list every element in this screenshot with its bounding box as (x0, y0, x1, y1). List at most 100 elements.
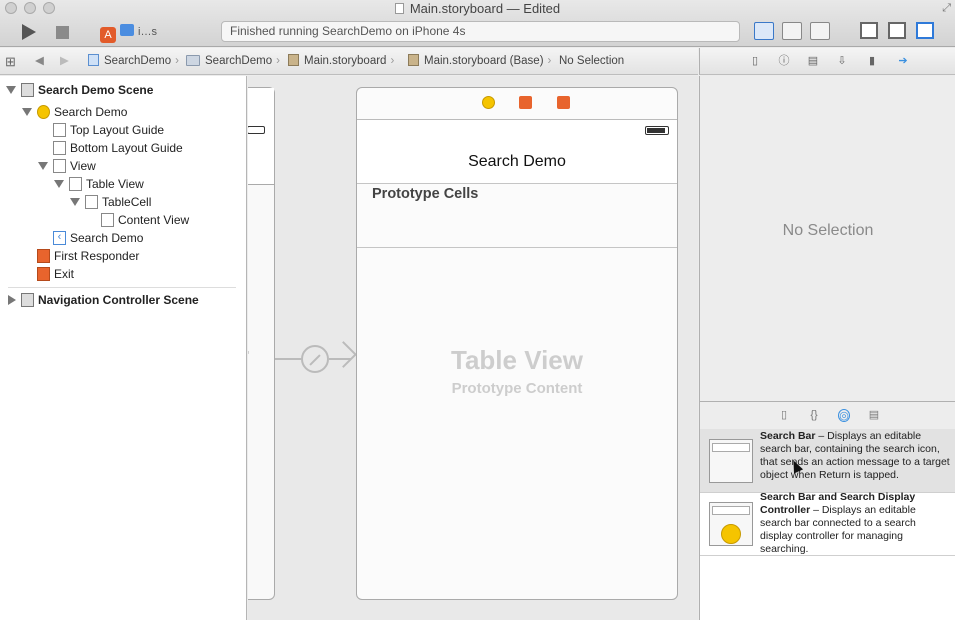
layout-guide-icon (53, 141, 66, 155)
window-title-text: Main.storyboard — Edited (409, 1, 561, 16)
first-responder-icon[interactable] (519, 96, 532, 109)
scheme-label: i…s (138, 26, 157, 38)
device-icon (120, 24, 134, 36)
file-template-library-icon[interactable]: ▯ (778, 409, 790, 422)
object-library-list: Search Bar – Displays an editable search… (699, 429, 955, 620)
outline-label: Search Demo (54, 105, 128, 119)
back-arrow-icon[interactable]: ◀ (35, 48, 44, 75)
table-view-icon (69, 177, 82, 191)
size-inspector-icon[interactable]: ▮ (866, 55, 878, 68)
breadcrumb-storyboard[interactable]: Main.storyboard › (288, 48, 398, 75)
jump-bar: ⊞ ◀ ▶ SearchDemo › SearchDemo › Main.story… (0, 48, 698, 75)
breadcrumb-folder[interactable]: SearchDemo › (186, 48, 284, 75)
identity-inspector-icon[interactable]: ▤ (807, 55, 819, 68)
outline-label: Bottom Layout Guide (70, 141, 183, 155)
outline-label: Exit (54, 267, 75, 281)
inspector-selector-bar: ▯ ⓘ ▤ ⇩ ▮ ➔ (699, 48, 955, 75)
stop-button[interactable] (56, 26, 69, 39)
activity-status: Finished running SearchDemo on iPhone 4s (221, 21, 740, 42)
connections-inspector-icon[interactable]: ➔ (897, 55, 909, 68)
toolbar: Main.storyboard — Edited ⤢ Ai…s Finished… (0, 0, 955, 47)
window-title: Main.storyboard — Edited (0, 0, 955, 17)
outline-label: Table View (86, 177, 144, 191)
disclosure-triangle-icon[interactable] (8, 295, 16, 305)
outline-label: Search Demo Scene (38, 83, 154, 97)
object-library-icon[interactable]: ◎ (838, 409, 850, 422)
outline-label: First Responder (54, 249, 140, 263)
outline-label: TableCell (102, 195, 152, 209)
version-editor-button[interactable] (810, 22, 830, 40)
inspector-pane: No Selection (699, 76, 955, 401)
run-button[interactable] (22, 24, 36, 40)
library-item-description: Search Bar – Displays an editable search… (760, 430, 950, 482)
breadcrumb-label: SearchDemo (205, 55, 273, 67)
no-selection-label: No Selection (782, 222, 874, 239)
search-display-controller-thumbnail-icon (709, 502, 753, 546)
storyboard-canvas[interactable]: r Search Demo Prototype Cells Table View… (248, 76, 698, 620)
code-snippet-library-icon[interactable]: {} (808, 409, 820, 422)
status-text: Finished running SearchDemo on iPhone 4s (230, 24, 466, 38)
file-inspector-icon[interactable]: ▯ (749, 55, 761, 68)
table-cell-icon (85, 195, 98, 209)
view-controller-icon (37, 105, 50, 119)
standard-editor-button[interactable] (754, 22, 774, 40)
disclosure-triangle-icon[interactable] (22, 108, 32, 116)
assistant-editor-button[interactable] (782, 22, 802, 40)
utilities-toggle-button[interactable] (916, 22, 934, 39)
view-icon (53, 159, 66, 173)
search-demo-scene-frame[interactable]: Search Demo Prototype Cells Table View P… (356, 87, 678, 600)
breadcrumb-project[interactable]: SearchDemo › (88, 48, 183, 75)
app-scheme-icon: A (100, 27, 116, 43)
quick-help-icon[interactable]: ⓘ (778, 55, 790, 68)
fullscreen-icon[interactable]: ⤢ (942, 2, 951, 15)
content-view-icon (101, 213, 114, 227)
related-items-icon[interactable]: ⊞ (5, 48, 16, 75)
media-library-icon[interactable]: ▤ (868, 409, 880, 422)
debug-area-toggle-button[interactable] (888, 22, 906, 39)
search-bar-thumbnail-icon (709, 439, 753, 483)
document-icon (394, 3, 404, 14)
segue-arrow-icon (330, 341, 357, 368)
xcode-window: Main.storyboard — Edited ⤢ Ai…s Finished… (0, 0, 955, 620)
library-divider (700, 555, 955, 556)
outline-divider (8, 287, 236, 288)
breadcrumb-label: No Selection (559, 55, 625, 67)
storyboard-icon (408, 54, 419, 66)
folder-icon (186, 55, 200, 66)
exit-icon (37, 267, 50, 281)
breadcrumb-storyboard-base[interactable]: Main.storyboard (Base) › (408, 48, 555, 75)
disclosure-triangle-icon[interactable] (38, 162, 48, 170)
navigation-controller-navbar (248, 88, 274, 185)
navigation-controller-scene-frame[interactable] (248, 87, 275, 600)
disclosure-triangle-icon[interactable] (54, 180, 64, 188)
outline-label: View (70, 159, 96, 173)
attributes-inspector-icon[interactable]: ⇩ (836, 55, 848, 68)
breadcrumb-label: SearchDemo (104, 55, 172, 67)
breadcrumb-label: Main.storyboard (Base) (424, 55, 544, 67)
scene-icon (21, 293, 34, 307)
library-item-title: Search Bar (760, 430, 816, 442)
scheme-selector[interactable]: Ai…s (100, 22, 210, 43)
outline-label: Top Layout Guide (70, 123, 165, 137)
forward-arrow-icon[interactable]: ▶ (60, 48, 69, 75)
library-item-description: Search Bar and Search Display Controller… (760, 491, 950, 556)
exit-icon[interactable] (557, 96, 570, 109)
library-item-search-bar[interactable]: Search Bar – Displays an editable search… (700, 429, 955, 492)
table-view-placeholder-title: Table View (451, 345, 583, 375)
prototype-cells-label: Prototype Cells (372, 186, 479, 202)
disclosure-triangle-icon[interactable] (6, 86, 16, 94)
outline-label: Navigation Controller Scene (38, 293, 199, 307)
view-controller-icon[interactable] (482, 96, 495, 109)
document-outline: Search Demo Scene Search Demo Top Layout… (0, 76, 247, 620)
relationship-segue-icon[interactable] (301, 345, 329, 373)
navigation-title[interactable]: Search Demo (357, 153, 677, 171)
library-item-search-display-controller[interactable]: Search Bar and Search Display Controller… (700, 491, 955, 556)
disclosure-triangle-icon[interactable] (70, 198, 80, 206)
table-view-placeholder-subtitle: Prototype Content (451, 380, 583, 397)
prototype-cells-section[interactable]: Prototype Cells (357, 184, 677, 248)
navigator-toggle-button[interactable] (860, 22, 878, 39)
navigation-bar[interactable]: Search Demo (357, 120, 677, 184)
outline-label: Content View (118, 213, 190, 227)
back-chevron-icon: ‹ (53, 231, 66, 245)
breadcrumb-selection[interactable]: No Selection (559, 48, 624, 75)
